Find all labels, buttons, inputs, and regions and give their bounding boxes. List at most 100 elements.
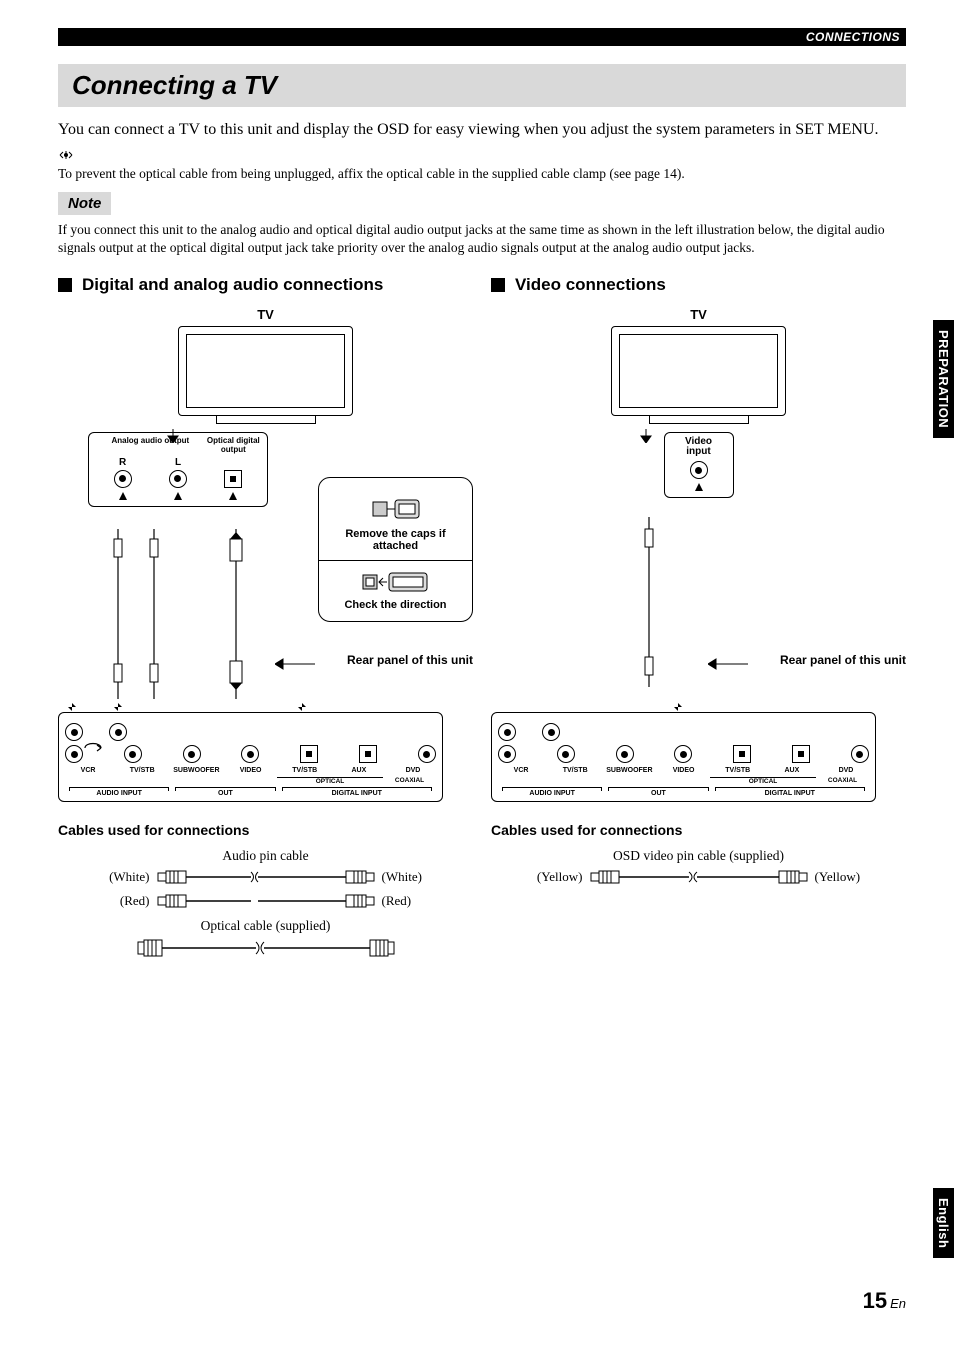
note-label: Note xyxy=(58,192,111,215)
check-direction-text: Check the direction xyxy=(327,599,464,611)
intro-text: You can connect a TV to this unit and di… xyxy=(58,119,906,141)
right-heading: Video connections xyxy=(515,275,666,295)
optical-cable-caption: Optical cable (supplied) xyxy=(58,918,473,934)
rear-panel-label-left: Rear panel of this unit xyxy=(347,653,473,667)
cable-lines xyxy=(106,529,266,709)
l-label: L xyxy=(150,457,205,468)
left-heading: Digital and analog audio connections xyxy=(82,275,383,295)
video-cable-line xyxy=(639,517,659,697)
loop-arrow-icon xyxy=(77,742,105,754)
tv-output-jackbox: Analog audio output Optical digital outp… xyxy=(88,432,268,507)
coaxial-sublabel: COAXIAL xyxy=(395,777,424,784)
optical-sublabel: OPTICAL xyxy=(316,778,345,785)
bracket-audio-input: AUDIO INPUT xyxy=(69,787,169,797)
yellow-cable: (Yellow) (Yellow) xyxy=(491,868,906,886)
rca-jack xyxy=(114,470,132,488)
title-band: Connecting a TV xyxy=(58,64,906,107)
jack-label: TV/STB xyxy=(119,767,165,774)
rear-panel-label-right: Rear panel of this unit xyxy=(780,653,906,667)
rca-jack xyxy=(851,745,869,763)
left-diagram: TV Analog audio output Optical digital o… xyxy=(58,307,473,802)
coaxial-sublabel: COAXIAL xyxy=(828,777,857,784)
jack-label: TV/STB xyxy=(552,767,598,774)
rear-arrows xyxy=(492,703,875,717)
jack-label: VCR xyxy=(65,767,111,774)
osd-cable-caption: OSD video pin cable (supplied) xyxy=(491,848,906,864)
jack-label: SUBWOOFER xyxy=(173,767,219,774)
tv-icon xyxy=(611,326,786,424)
rca-jack xyxy=(109,723,127,741)
arrow-to-jackbox xyxy=(639,429,653,443)
rear-panel-right: VCR TV/STB SUBWOOFER VIDEO TV/STB AUX DV… xyxy=(491,712,876,802)
bracket-audio-input: AUDIO INPUT xyxy=(502,787,602,797)
jack-label: DVD xyxy=(390,767,436,774)
remove-caps-text: Remove the caps if attached xyxy=(327,528,464,552)
analog-output-label: Analog audio output xyxy=(95,437,206,455)
rca-jack xyxy=(183,745,201,763)
jack-label: SUBWOOFER xyxy=(606,767,652,774)
rear-arrow xyxy=(708,657,748,671)
bracket-out: OUT xyxy=(175,787,275,797)
tv-label-left: TV xyxy=(58,307,473,322)
jack-label: TV/STB xyxy=(282,767,328,774)
arrow-up-icon xyxy=(174,492,182,500)
jack-label: DVD xyxy=(823,767,869,774)
video-input-label: Video input xyxy=(671,437,727,457)
tv-icon xyxy=(178,326,353,424)
white-cable: (White) (White) xyxy=(58,868,473,886)
bracket-digital-input: DIGITAL INPUT xyxy=(282,787,432,797)
optical-sublabel: OPTICAL xyxy=(749,778,778,785)
jack-label: AUX xyxy=(336,767,382,774)
rear-arrow xyxy=(275,657,315,671)
tip-icon xyxy=(58,149,906,166)
rca-jack xyxy=(498,745,516,763)
optical-jack xyxy=(359,745,377,763)
r-label: R xyxy=(95,457,150,468)
rca-jack xyxy=(418,745,436,763)
header-section: CONNECTIONS xyxy=(806,28,900,46)
arrow-up-icon xyxy=(229,492,237,500)
optical-jack xyxy=(792,745,810,763)
rca-jack xyxy=(65,723,83,741)
bullet-square xyxy=(491,278,505,292)
tv-input-jackbox: Video input xyxy=(664,432,734,498)
bracket-digital-input: DIGITAL INPUT xyxy=(715,787,865,797)
jack-label: VIDEO xyxy=(661,767,707,774)
note-text: If you connect this unit to the analog a… xyxy=(58,221,906,257)
cap-icon xyxy=(371,494,421,524)
tv-label-right: TV xyxy=(491,307,906,322)
optical-jack xyxy=(733,745,751,763)
rca-jack xyxy=(241,745,259,763)
jack-label: VIDEO xyxy=(228,767,274,774)
rca-jack xyxy=(690,461,708,479)
page-number: 15En xyxy=(863,1288,906,1314)
header-bar: CONNECTIONS xyxy=(58,28,906,46)
optical-jack xyxy=(300,745,318,763)
jack-label: TV/STB xyxy=(715,767,761,774)
rca-jack xyxy=(169,470,187,488)
arrow-up-icon xyxy=(695,483,703,491)
rca-jack xyxy=(557,745,575,763)
arrow-up-icon xyxy=(119,492,127,500)
rca-jack xyxy=(498,723,516,741)
bracket-out: OUT xyxy=(608,787,708,797)
rear-arrows xyxy=(59,703,442,717)
audio-pin-caption: Audio pin cable xyxy=(58,848,473,864)
rca-jack xyxy=(124,745,142,763)
optical-info-box: Remove the caps if attached Check the di… xyxy=(318,477,473,622)
jack-label: VCR xyxy=(498,767,544,774)
rca-jack xyxy=(674,745,692,763)
right-diagram: TV Video input xyxy=(491,307,906,802)
optical-jack xyxy=(224,470,242,488)
rca-jack xyxy=(542,723,560,741)
red-cable: (Red) (Red) xyxy=(58,892,473,910)
optical-cable xyxy=(58,938,473,958)
rear-panel-left: VCR TV/STB SUBWOOFER VIDEO TV/STB AUX DV… xyxy=(58,712,443,802)
cables-heading-right: Cables used for connections xyxy=(491,822,906,838)
direction-icon xyxy=(361,569,431,595)
optical-output-label: Optical digital output xyxy=(206,437,261,455)
jack-label: AUX xyxy=(769,767,815,774)
cables-heading-left: Cables used for connections xyxy=(58,822,473,838)
tip-text: To prevent the optical cable from being … xyxy=(58,166,906,182)
bullet-square xyxy=(58,278,72,292)
